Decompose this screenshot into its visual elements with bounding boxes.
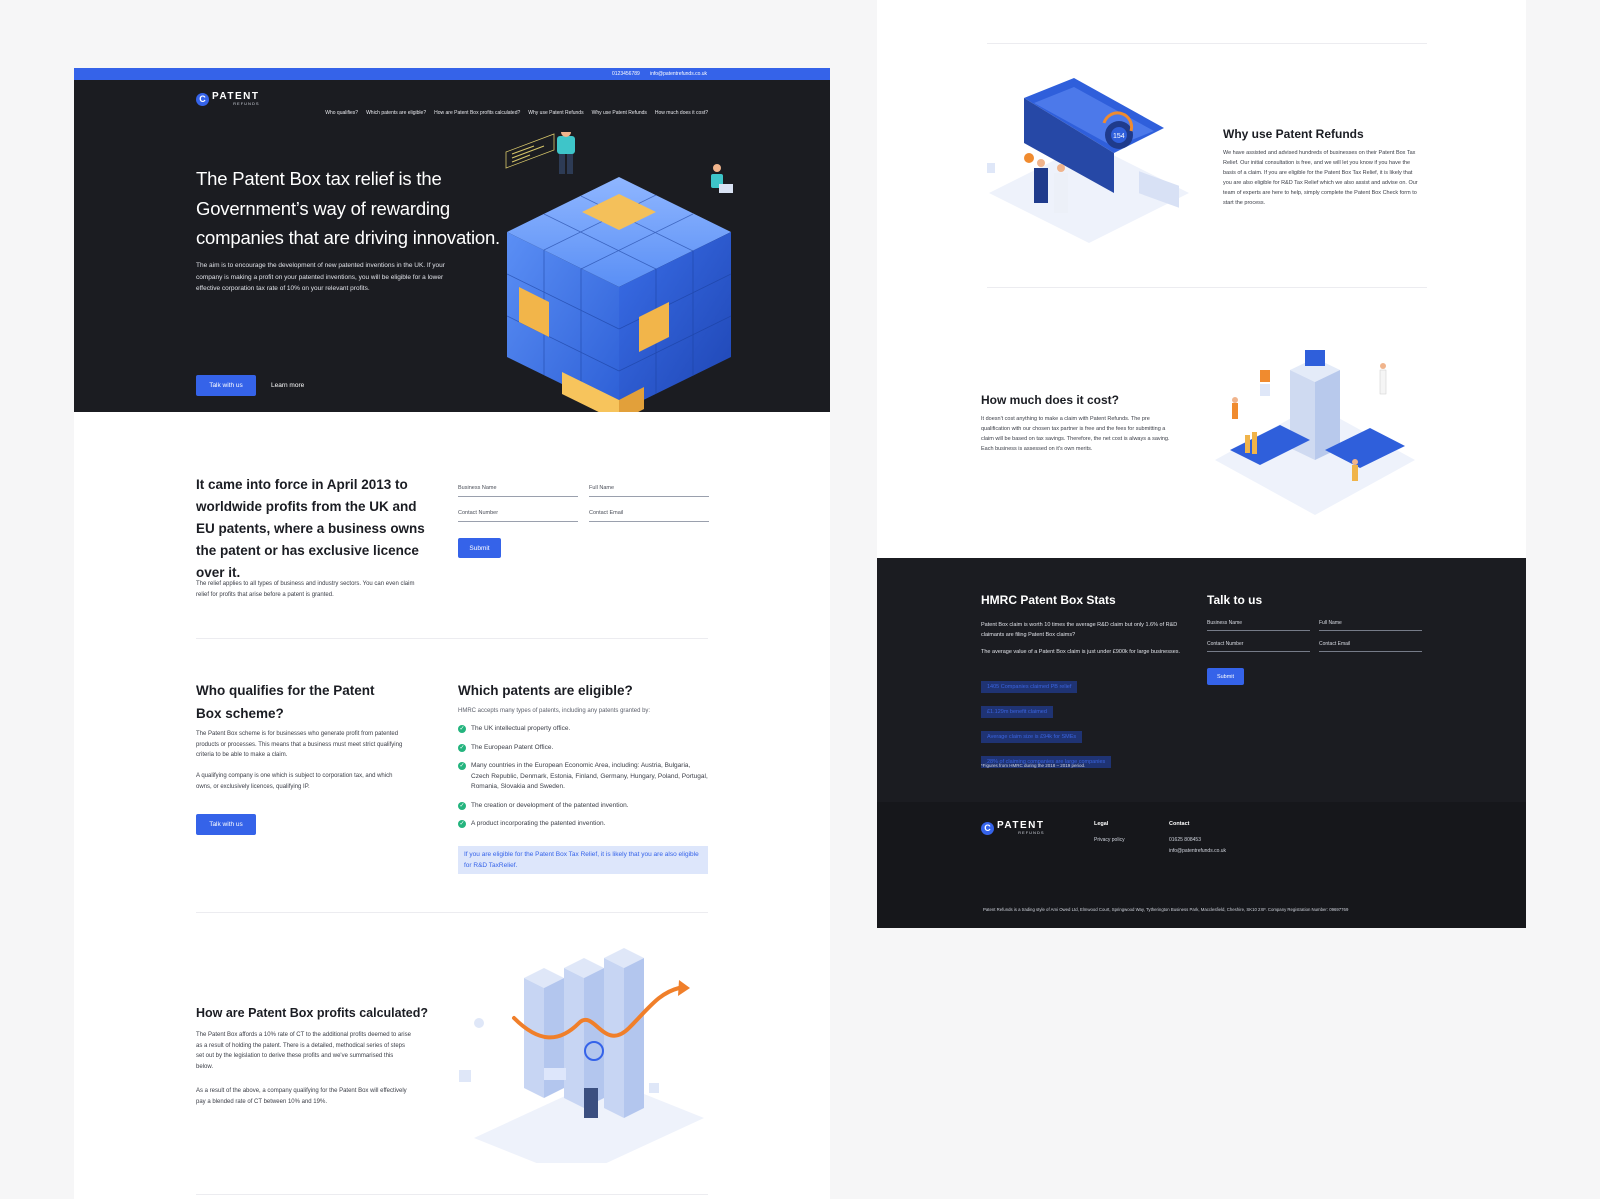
calculated-p1: The Patent Box affords a 10% rate of CT … xyxy=(196,1032,411,1070)
logo-mark-icon: C xyxy=(981,821,994,835)
nav-who-qualifies[interactable]: Who qualifies? xyxy=(325,110,358,116)
talk-submit-button[interactable]: Submit xyxy=(1207,668,1244,685)
intro-title: It came into force in April 2013 to worl… xyxy=(196,477,425,580)
list-item: ✓ Many countries in the European Economic… xyxy=(458,762,708,790)
eligible-note: If you are eligible for the Patent Box T… xyxy=(458,846,708,874)
stats-tags: 1405 Companies claimed PB relief £1.129m… xyxy=(981,675,1201,775)
footer-logo[interactable]: C PATENT REFUNDS xyxy=(981,821,1045,835)
list-item: ✓ The UK intellectual property office. xyxy=(458,725,571,733)
footer-email-link[interactable]: info@patentrefunds.co.uk xyxy=(1169,848,1226,854)
section-divider xyxy=(196,912,708,913)
full-name-field[interactable]: Full Name xyxy=(589,485,709,497)
stats-p1: Patent Box claim is worth 10 times the a… xyxy=(981,622,1178,638)
list-item: ✓ The creation or development of the pate… xyxy=(458,801,629,810)
eligible-title: Which patents are eligible? xyxy=(458,683,633,698)
stats-p2: The average value of a Patent Box claim … xyxy=(981,649,1181,655)
stat-tag: Average claim size is £94k for SMEs xyxy=(981,731,1083,743)
top-contact-bar: 0123456789 info@patentrefunds.co.uk xyxy=(74,68,830,80)
calculated-p2: As a result of the above, a company qual… xyxy=(196,1088,407,1105)
contact-email-field[interactable]: Contact Email xyxy=(589,510,709,522)
section-divider xyxy=(196,638,708,639)
check-icon: ✓ xyxy=(458,725,466,733)
section-divider xyxy=(987,43,1427,44)
why-body: We have assisted and advised hundreds of… xyxy=(1223,150,1418,206)
check-icon: ✓ xyxy=(458,820,466,828)
nav-profits-calculated[interactable]: How are Patent Box profits calculated? xyxy=(434,110,520,116)
stat-tag: £1.129m benefit claimed xyxy=(981,706,1053,718)
qualifies-title: Who qualifies for the Patent Box scheme? xyxy=(196,683,375,721)
why-title: Why use Patent Refunds xyxy=(1223,127,1364,141)
office-illustration xyxy=(1215,350,1415,515)
qualifies-talk-button[interactable]: Talk with us xyxy=(196,814,256,835)
talk-contact-email-field[interactable]: Contact Email xyxy=(1319,641,1422,652)
hero-talk-button[interactable]: Talk with us xyxy=(196,375,256,396)
eligible-intro: HMRC accepts many types of patents, incl… xyxy=(458,708,651,714)
check-icon: ✓ xyxy=(458,762,466,770)
main-nav: Who qualifies? Which patents are eligibl… xyxy=(325,110,708,116)
site-footer: C PATENT REFUNDS Legal Privacy policy Co… xyxy=(877,802,1526,928)
talk-full-name-field[interactable]: Full Name xyxy=(1319,620,1422,631)
footer-legal-heading: Legal xyxy=(1094,821,1109,827)
top-email-link[interactable]: info@patentrefunds.co.uk xyxy=(650,71,707,77)
intro-body: The relief applies to all types of busin… xyxy=(196,581,415,598)
logo-sub: REFUNDS xyxy=(233,101,260,106)
talk-business-name-field[interactable]: Business Name xyxy=(1207,620,1310,631)
hero-lead: The aim is to encourage the development … xyxy=(196,262,445,292)
eligible-list: ✓ The UK intellectual property office. ✓ T… xyxy=(458,724,708,830)
nav-cost[interactable]: How much does it cost? xyxy=(655,110,708,116)
contact-number-field[interactable]: Contact Number xyxy=(458,510,578,522)
landing-page-right: 154 Why use Patent Refunds We have assis… xyxy=(877,0,1526,928)
nav-why-use-2[interactable]: Why use Patent Refunds xyxy=(592,110,647,116)
qualifies-p2: A qualifying company is one which is sub… xyxy=(196,773,393,790)
landing-page-left: 0123456789 info@patentrefunds.co.uk C PA… xyxy=(74,68,830,1199)
nav-which-patents[interactable]: Which patents are eligible? xyxy=(366,110,426,116)
list-item: ✓ The European Patent Office. xyxy=(458,743,554,752)
cost-title: How much does it cost? xyxy=(981,393,1120,407)
cost-body: It doesn't cost anything to make a claim… xyxy=(981,416,1170,452)
business-name-field[interactable]: Business Name xyxy=(458,485,578,497)
section-divider xyxy=(196,1194,708,1195)
section-divider xyxy=(987,287,1427,288)
hero-learn-more-link[interactable]: Learn more xyxy=(271,382,304,389)
check-icon: ✓ xyxy=(458,801,466,810)
logo-sub: REFUNDS xyxy=(1018,830,1045,835)
qualifies-p1: The Patent Box scheme is for businesses … xyxy=(196,731,403,758)
check-icon: ✓ xyxy=(458,743,466,752)
footer-legal-text: Patent Refunds is a trading style of Ami… xyxy=(983,907,1349,912)
site-logo[interactable]: C PATENT REFUNDS xyxy=(196,92,260,106)
talk-contact-number-field[interactable]: Contact Number xyxy=(1207,641,1310,652)
nav-why-use[interactable]: Why use Patent Refunds xyxy=(528,110,583,116)
footer-privacy-link[interactable]: Privacy policy xyxy=(1094,837,1125,843)
stats-footnote: *Figures from HMRC during the 2018 – 201… xyxy=(981,763,1086,768)
talk-title: Talk to us xyxy=(1207,593,1263,607)
hero-title: The Patent Box tax relief is the Governm… xyxy=(196,168,501,248)
code-panel-icon xyxy=(505,133,555,169)
top-phone-link[interactable]: 0123456789 xyxy=(612,71,640,77)
stat-tag: 1405 Companies claimed PB relief xyxy=(981,681,1078,693)
calculated-title: How are Patent Box profits calculated? xyxy=(196,1006,428,1020)
stats-title: HMRC Patent Box Stats xyxy=(981,593,1116,607)
analytics-illustration: 154 xyxy=(987,78,1189,243)
bar-growth-illustration xyxy=(459,948,704,1163)
hero-section: C PATENT REFUNDS Who qualifies? Which pa… xyxy=(74,80,830,412)
footer-phone-link[interactable]: 01625 808453 xyxy=(1169,837,1201,843)
intro-submit-button[interactable]: Submit xyxy=(458,538,501,558)
list-item: ✓ A product incorporating the patented in… xyxy=(458,820,606,828)
logo-mark-icon: C xyxy=(196,92,209,106)
stats-section: HMRC Patent Box Stats Patent Box claim i… xyxy=(877,558,1526,928)
footer-contact-heading: Contact xyxy=(1169,821,1190,827)
illustration-label: 154 xyxy=(1113,133,1125,140)
cube-illustration xyxy=(506,132,733,412)
